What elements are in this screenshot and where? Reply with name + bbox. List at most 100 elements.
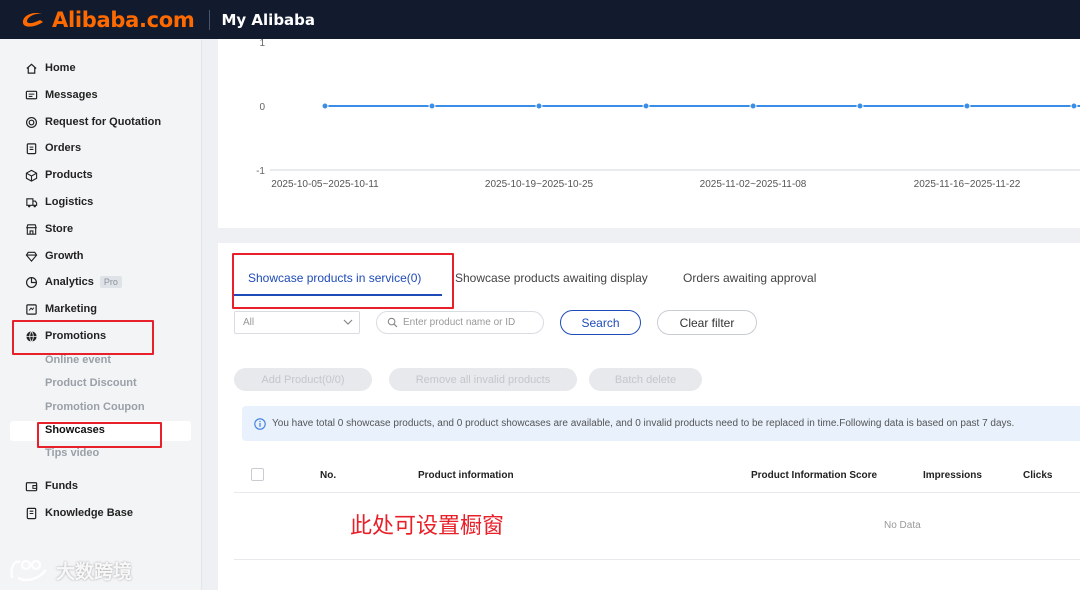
- sidebar-subitem-online-event[interactable]: Online event: [45, 354, 111, 366]
- top-bar: Alibaba.com My Alibaba: [0, 0, 1080, 39]
- column-no: No.: [320, 470, 337, 481]
- info-icon: [254, 417, 266, 430]
- sidebar-item-label: Knowledge Base: [45, 507, 134, 519]
- sidebar-item-store[interactable]: Store: [24, 219, 73, 239]
- x-tick-label: 2025-10-05~2025-10-11: [271, 179, 379, 190]
- data-point: [535, 102, 543, 110]
- alibaba-logo-icon: [22, 12, 43, 27]
- chart-panel: 1 0 -1 2025-10-05~2025-10-11 2025-10-19~2025…: [218, 39, 1080, 228]
- sidebar-item-orders[interactable]: Orders: [24, 138, 81, 158]
- sidebar-item-growth[interactable]: Growth: [24, 246, 84, 266]
- data-point: [321, 102, 329, 110]
- add-product-button[interactable]: Add Product(0/0): [234, 368, 372, 391]
- clipboard-icon: [24, 141, 38, 155]
- logo-text: Alibaba.com: [52, 7, 195, 32]
- sidebar-item-request-for-quotation[interactable]: Request for Quotation: [24, 112, 161, 132]
- sidebar-item-logistics[interactable]: Logistics: [24, 192, 93, 212]
- sidebar-item-marketing[interactable]: Marketing: [24, 299, 97, 319]
- target-icon: [24, 115, 38, 129]
- megaphone-icon: [24, 302, 38, 316]
- info-banner: You have total 0 showcase products, and …: [242, 406, 1080, 441]
- home-icon: [24, 61, 38, 75]
- sidebar-item-label: Store: [45, 223, 74, 235]
- wallet-icon: [24, 479, 38, 493]
- annotation-note: 此处可设置橱窗: [350, 514, 505, 539]
- showcase-list-panel: Showcase products in service(0) Showcase…: [218, 243, 1080, 590]
- product-search-field[interactable]: [376, 311, 544, 334]
- sidebar-item-funds[interactable]: Funds: [24, 476, 78, 496]
- table-divider: [234, 559, 1080, 560]
- data-point: [963, 102, 971, 110]
- sidebar-item-label: Request for Quotation: [45, 116, 162, 128]
- column-product-information: Product information: [418, 470, 514, 481]
- sidebar-item-label: Messages: [45, 89, 98, 101]
- chevron-down-icon: [343, 319, 353, 325]
- column-clicks: Clicks: [1023, 470, 1053, 481]
- sidebar-item-knowledge-base[interactable]: Knowledge Base: [24, 503, 133, 523]
- sidebar-item-label: Orders: [45, 142, 82, 154]
- y-tick-label: 1: [259, 39, 265, 49]
- sidebar-item-label: Funds: [45, 480, 78, 492]
- store-icon: [24, 222, 38, 236]
- x-tick-label: 2025-11-02~2025-11-08: [700, 179, 807, 190]
- globe-icon: [24, 329, 38, 343]
- tab-orders-awaiting-approval[interactable]: Orders awaiting approval: [683, 271, 816, 285]
- data-point: [642, 102, 650, 110]
- sidebar-item-products[interactable]: Products: [24, 165, 93, 185]
- sidebar-item-label: Analytics: [45, 276, 94, 288]
- active-tab-underline: [234, 294, 442, 296]
- data-point: [428, 102, 436, 110]
- watermark-logo-icon: [10, 559, 47, 582]
- header-divider: [208, 9, 210, 30]
- diamond-icon: [24, 249, 38, 263]
- sidebar-item-home[interactable]: Home: [24, 58, 76, 78]
- column-impressions: Impressions: [923, 470, 982, 481]
- status-select-value: All: [243, 317, 255, 328]
- sidebar-subitem-showcases[interactable]: Showcases: [45, 424, 105, 436]
- y-tick-label: -1: [256, 166, 265, 177]
- x-tick-label: 2025-10-19~2025-10-25: [485, 179, 594, 190]
- x-tick-label: 2025-11-16~2025-11-22: [914, 179, 1021, 190]
- sidebar-item-analytics[interactable]: Analytics Pro: [24, 272, 122, 292]
- data-point: [1070, 102, 1078, 110]
- y-tick-label: 0: [259, 102, 265, 113]
- tab-showcase-in-service[interactable]: Showcase products in service(0): [248, 271, 421, 285]
- cube-icon: [24, 168, 38, 182]
- select-all-checkbox[interactable]: [251, 468, 264, 481]
- column-product-information-score: Product Information Score: [751, 470, 878, 481]
- clear-filter-button[interactable]: Clear filter: [657, 310, 757, 335]
- watermark-text: 大数跨境: [56, 560, 133, 583]
- book-icon: [24, 506, 38, 520]
- page-title[interactable]: My Alibaba: [222, 11, 316, 29]
- sidebar-item-label: Products: [45, 169, 93, 181]
- empty-table-text: No Data: [884, 520, 921, 531]
- status-select[interactable]: All: [234, 311, 360, 334]
- info-text: You have total 0 showcase products, and …: [272, 418, 1015, 429]
- sidebar-subitem-tips-video[interactable]: Tips video: [45, 447, 99, 459]
- sidebar-subitem-promotion-coupon[interactable]: Promotion Coupon: [45, 401, 145, 413]
- truck-icon: [24, 195, 38, 209]
- line-chart: 1 0 -1 2025-10-05~2025-10-11 2025-10-19~2025…: [256, 39, 1080, 190]
- data-point: [856, 102, 864, 110]
- sidebar-item-messages[interactable]: Messages: [24, 85, 98, 105]
- tab-bar: Showcase products in service(0) Showcase…: [218, 243, 1080, 313]
- remove-invalid-products-button[interactable]: Remove all invalid products: [389, 368, 577, 391]
- product-search-input[interactable]: [403, 317, 533, 328]
- pie-chart-icon: [24, 275, 38, 289]
- tab-showcase-awaiting-display[interactable]: Showcase products awaiting display: [455, 271, 648, 285]
- sidebar-item-label: Marketing: [45, 303, 97, 315]
- data-point: [749, 102, 757, 110]
- sidebar-subitem-product-discount[interactable]: Product Discount: [45, 377, 137, 389]
- sidebar-item-promotions[interactable]: Promotions: [24, 326, 106, 346]
- table-header: No. Product information Product Informat…: [234, 458, 1080, 493]
- sidebar-item-label: Home: [45, 62, 76, 74]
- batch-delete-button[interactable]: Batch delete: [589, 368, 702, 391]
- alibaba-logo[interactable]: Alibaba.com: [20, 8, 195, 32]
- watermark: 大数跨境: [8, 556, 132, 584]
- sidebar-item-label: Promotions: [45, 330, 107, 342]
- search-button[interactable]: Search: [560, 310, 641, 335]
- sidebar-item-label: Growth: [45, 250, 84, 262]
- sidebar-item-label: Logistics: [45, 196, 94, 208]
- pro-badge: Pro: [99, 276, 122, 288]
- search-icon: [387, 317, 398, 328]
